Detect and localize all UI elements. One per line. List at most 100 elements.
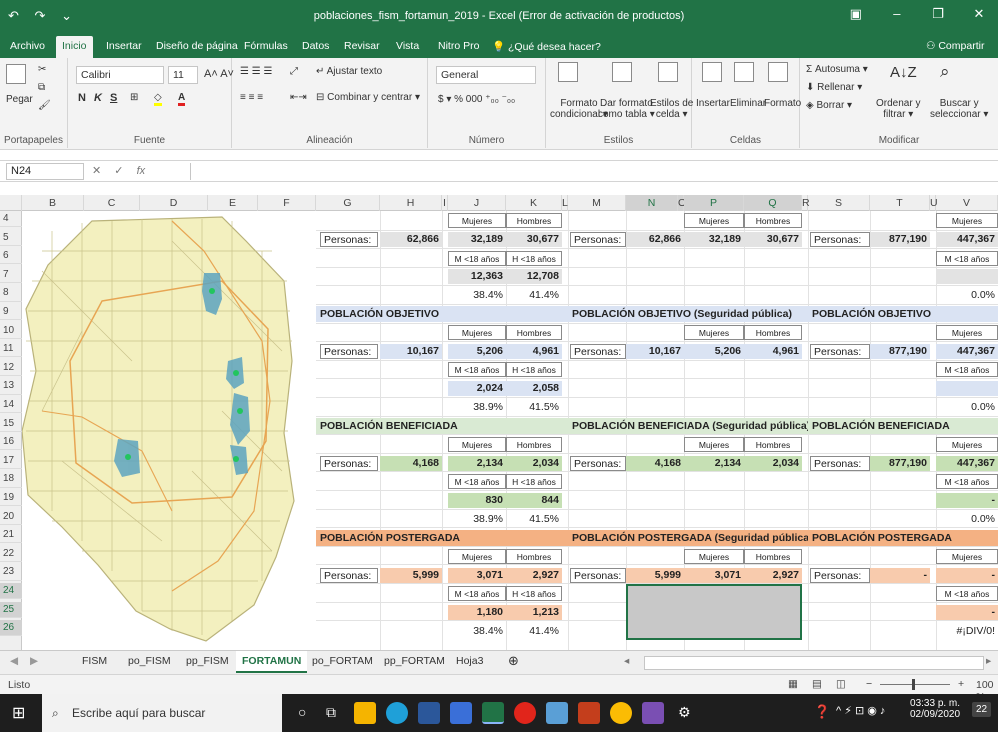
tab-archivo[interactable]: Archivo: [10, 40, 45, 52]
col-header-j[interactable]: J: [448, 195, 506, 211]
select-all-corner[interactable]: [0, 195, 22, 211]
cut-icon[interactable]: ✂: [38, 64, 46, 75]
next-sheet-icon[interactable]: ▶: [30, 655, 38, 667]
zoom-slider-thumb[interactable]: [912, 679, 915, 690]
minimize-button[interactable]: –: [878, 6, 916, 21]
row-header-12[interactable]: 12: [0, 360, 22, 377]
row-header-13[interactable]: 13: [0, 378, 22, 395]
row-header-5[interactable]: 5: [0, 230, 22, 246]
hscroll-right-icon[interactable]: ▸: [986, 655, 991, 667]
col-header-h[interactable]: H: [380, 195, 442, 211]
share-button[interactable]: ⚇ Compartir: [926, 40, 984, 52]
word-icon[interactable]: [418, 702, 440, 724]
row-header-19[interactable]: 19: [0, 490, 22, 507]
header-hombres[interactable]: Hombres: [506, 325, 562, 340]
value-hombres[interactable]: 2,927: [506, 568, 562, 583]
label-personas[interactable]: Personas:: [570, 344, 626, 359]
label-personas[interactable]: Personas:: [570, 568, 626, 583]
row-header-24[interactable]: 24: [0, 583, 22, 600]
format-cells-button[interactable]: Formato: [764, 98, 801, 109]
row-header-7[interactable]: 7: [0, 267, 22, 284]
value-mujeres[interactable]: 3,071: [448, 568, 506, 583]
cortana-icon[interactable]: ○: [298, 704, 306, 720]
cell-styles-icon[interactable]: [658, 62, 678, 82]
taskbar-search[interactable]: ⌕ Escribe aquí para buscar: [42, 694, 282, 732]
header-h18[interactable]: H <18 años: [506, 474, 562, 489]
row-header-22[interactable]: 22: [0, 546, 22, 563]
sheet-tab-pp-fortam[interactable]: pp_FORTAM: [384, 655, 445, 667]
pct-hombres[interactable]: 41.5%: [506, 400, 562, 415]
tab-nitro[interactable]: Nitro Pro: [438, 40, 479, 52]
horizontal-scrollbar[interactable]: [644, 656, 984, 670]
file-explorer-icon[interactable]: [354, 702, 376, 724]
value-mujeres[interactable]: 32,189: [448, 232, 506, 247]
value-mujeres[interactable]: -: [936, 568, 998, 583]
value-m18[interactable]: 2,024: [448, 381, 506, 396]
value-personas[interactable]: 4,168: [380, 456, 442, 471]
value-mujeres[interactable]: 447,367: [936, 232, 998, 247]
sort-filter-button[interactable]: Ordenar y filtrar ▾: [876, 98, 920, 120]
pct-hombres[interactable]: 41.4%: [506, 624, 562, 639]
header-hombres[interactable]: Hombres: [744, 437, 802, 452]
pct-hombres[interactable]: 41.4%: [506, 288, 562, 303]
pct-mujeres[interactable]: 38.4%: [448, 288, 506, 303]
maximize-button[interactable]: ❐: [919, 6, 957, 22]
row-header-16[interactable]: 16: [0, 434, 22, 451]
row-header-11[interactable]: 11: [0, 341, 22, 358]
tab-datos[interactable]: Datos: [302, 40, 329, 52]
value-hombres[interactable]: 2,034: [506, 456, 562, 471]
error-value[interactable]: #¡DIV/0!: [936, 624, 998, 639]
header-h18[interactable]: H <18 años: [506, 362, 562, 377]
header-hombres[interactable]: Hombres: [744, 213, 802, 228]
delete-cells-button[interactable]: Eliminar: [730, 98, 766, 109]
format-cells-icon[interactable]: [768, 62, 788, 82]
header-mujeres[interactable]: Mujeres: [936, 213, 998, 228]
row-header-18[interactable]: 18: [0, 471, 22, 488]
value-m18[interactable]: -: [936, 493, 998, 508]
header-hombres[interactable]: Hombres: [744, 549, 802, 564]
sheet-tab-pp-fism[interactable]: pp_FISM: [186, 655, 229, 667]
header-hombres[interactable]: Hombres: [506, 213, 562, 228]
ribbon-display-icon[interactable]: ▣: [837, 6, 875, 22]
value-m18[interactable]: 1,180: [448, 605, 506, 620]
sheet-tab-po-fism[interactable]: po_FISM: [128, 655, 171, 667]
pct-mujeres[interactable]: 0.0%: [936, 400, 998, 415]
label-personas[interactable]: Personas:: [570, 456, 626, 471]
col-header-n[interactable]: N: [626, 195, 678, 211]
row-header-21[interactable]: 21: [0, 527, 22, 544]
value-personas[interactable]: 877,190: [870, 344, 930, 359]
col-header-q[interactable]: Q: [744, 195, 802, 211]
value-personas[interactable]: 5,999: [626, 568, 684, 583]
page-break-icon[interactable]: ◫: [836, 678, 846, 690]
label-personas[interactable]: Personas:: [570, 232, 626, 247]
header-mujeres[interactable]: Mujeres: [936, 325, 998, 340]
header-hombres[interactable]: Hombres: [744, 325, 802, 340]
paste-button[interactable]: [6, 64, 26, 84]
header-mujeres[interactable]: Mujeres: [448, 437, 506, 452]
col-header-s[interactable]: S: [808, 195, 870, 211]
header-mujeres[interactable]: Mujeres: [936, 437, 998, 452]
row-header-23[interactable]: 23: [0, 564, 22, 581]
col-header-c[interactable]: C: [84, 195, 140, 211]
section-beneficiada[interactable]: POBLACIÓN BENEFICIADA: [316, 418, 568, 434]
add-sheet-icon[interactable]: ⊕: [508, 653, 519, 669]
clock[interactable]: 03:33 p. m. 02/09/2020: [910, 698, 960, 720]
row-header-20[interactable]: 20: [0, 509, 22, 525]
zoom-slider[interactable]: [880, 684, 950, 685]
label-personas[interactable]: Personas:: [810, 232, 870, 247]
table-format-icon[interactable]: [612, 62, 632, 82]
header-m18[interactable]: M <18 años: [448, 251, 506, 266]
header-m18[interactable]: M <18 años: [936, 251, 998, 266]
find-select-button[interactable]: Buscar y seleccionar ▾: [930, 98, 988, 120]
value-hombres[interactable]: 2,927: [744, 568, 802, 583]
value-h18[interactable]: 844: [506, 493, 562, 508]
row-header-17[interactable]: 17: [0, 453, 22, 470]
col-header-e[interactable]: E: [208, 195, 258, 211]
value-personas[interactable]: 4,168: [626, 456, 684, 471]
map-image[interactable]: [21, 211, 316, 650]
row-header-4[interactable]: 4: [0, 211, 22, 228]
pct-mujeres[interactable]: 0.0%: [936, 512, 998, 527]
app-icon[interactable]: [450, 702, 472, 724]
row-header-26[interactable]: 26: [0, 620, 22, 637]
opera-icon[interactable]: [514, 702, 536, 724]
